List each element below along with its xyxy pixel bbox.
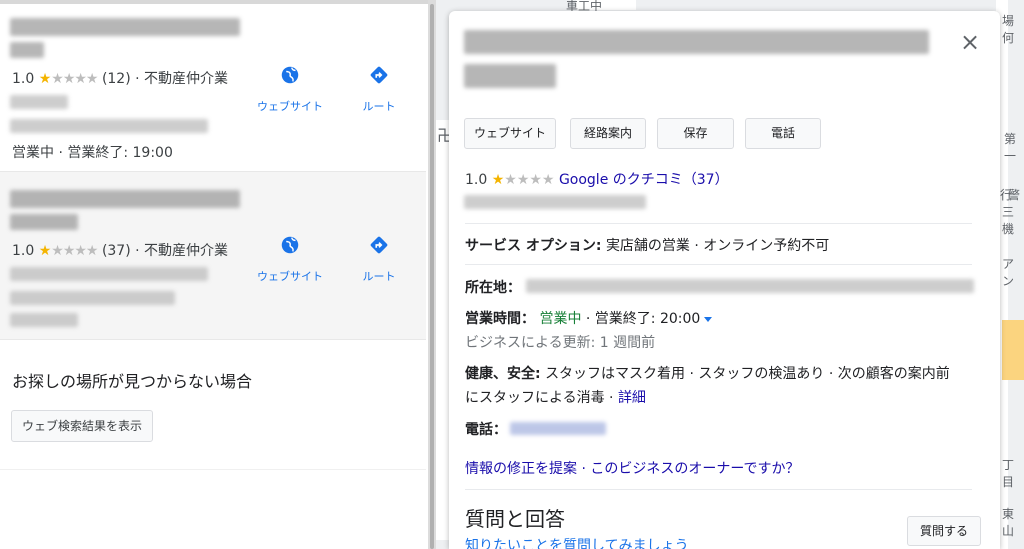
result-address-redacted bbox=[10, 95, 68, 109]
globe-icon bbox=[281, 236, 299, 254]
hours-row[interactable]: 営業時間： 営業中 · 営業終了: 20:00 bbox=[465, 308, 713, 328]
save-button[interactable]: 保存 bbox=[657, 118, 734, 149]
web-search-button[interactable]: ウェブ検索結果を表示 bbox=[11, 410, 154, 442]
map-label: 丁目 bbox=[1002, 458, 1015, 489]
results-panel: 1.0 ★★★★★ (12) · 不動産仲介業 営業中 · 営業終了: 19:0… bbox=[0, 4, 428, 549]
website-action[interactable]: ウェブサイト bbox=[245, 234, 335, 284]
result-title-redacted bbox=[10, 18, 240, 36]
panel-resize-divider[interactable] bbox=[428, 0, 436, 549]
qa-heading: 質問と回答 bbox=[465, 507, 565, 531]
route-label: ルート bbox=[362, 100, 396, 113]
health-safety-row: 健康、安全: スタッフはマスク着用 · スタッフの検温あり · 次の顧客の案内前 bbox=[465, 363, 950, 383]
health-safety-row-cont: にスタッフによる消毒 · 詳細 bbox=[465, 387, 646, 407]
map-label: 東山 bbox=[1002, 507, 1015, 538]
health-safety-value: にスタッフによる消毒 · bbox=[465, 390, 614, 406]
ask-question-button[interactable]: 質問する bbox=[907, 516, 982, 546]
business-status: 営業中 · 営業終了: 19:00 bbox=[12, 145, 173, 161]
ask-question-link[interactable]: 知りたいことを質問してみましょう bbox=[465, 535, 689, 549]
website-label: ウェブサイト bbox=[257, 100, 323, 113]
hours-update-note: ビジネスによる更新: 1 週間前 bbox=[465, 335, 656, 351]
address-row: 所在地： bbox=[465, 277, 521, 297]
divider bbox=[465, 223, 972, 224]
review-count: (12) bbox=[101, 71, 131, 87]
not-found-section bbox=[0, 344, 426, 469]
directions-icon bbox=[370, 66, 388, 84]
service-options-value: 実店舗の営業 · オンライン予約不可 bbox=[605, 238, 830, 254]
map-road bbox=[436, 120, 450, 540]
result-phone-redacted bbox=[10, 119, 208, 133]
address-value-redacted[interactable] bbox=[526, 279, 974, 293]
result-address-redacted bbox=[10, 291, 175, 305]
phone-row: 電話： bbox=[465, 419, 507, 439]
place-title-redacted bbox=[464, 30, 929, 54]
chevron-down-icon[interactable] bbox=[704, 316, 713, 322]
map-label: 警 bbox=[1008, 188, 1021, 202]
category-label: · 不動産仲介業 bbox=[135, 243, 229, 259]
closing-time: · 営業終了: 20:00 bbox=[585, 311, 701, 327]
result-title-redacted bbox=[10, 214, 78, 230]
globe-icon bbox=[281, 66, 299, 84]
details-link[interactable]: 詳細 bbox=[618, 390, 646, 406]
map-label: 第一 bbox=[1004, 132, 1017, 163]
star-empty-icon: ★★★★ bbox=[51, 71, 98, 87]
phone-label: 電話： bbox=[465, 422, 507, 438]
edit-suggestion-row: 情報の修正を提案 · このビジネスのオーナーですか？ bbox=[465, 458, 800, 478]
rating-value: 1.0 bbox=[12, 71, 35, 87]
divider bbox=[465, 489, 972, 490]
directions-icon bbox=[370, 236, 388, 254]
health-safety-label: 健康、安全: bbox=[465, 366, 541, 382]
review-count: (37) bbox=[101, 243, 131, 259]
rating-value: 1.0 bbox=[465, 172, 488, 188]
result-title-redacted bbox=[10, 190, 240, 208]
map-label: アン bbox=[1002, 257, 1015, 288]
route-action[interactable]: ルート bbox=[334, 234, 424, 284]
result-address-redacted bbox=[10, 267, 208, 281]
result-title-redacted bbox=[10, 42, 44, 58]
star-empty-icon: ★★★★ bbox=[51, 243, 98, 259]
website-button[interactable]: ウェブサイト bbox=[464, 118, 556, 149]
call-button[interactable]: 電話 bbox=[745, 118, 821, 149]
place-details-card: × ウェブサイト 経路案内 保存 電話 1.0 ★★★★★ Google のクチ… bbox=[449, 11, 1000, 549]
health-safety-value: スタッフはマスク着用 · スタッフの検温あり · 次の顧客の案内前 bbox=[545, 366, 950, 382]
result-rating: 1.0 ★★★★★ (12) · 不動産仲介業 bbox=[12, 68, 228, 88]
result-rating: 1.0 ★★★★★ (37) · 不動産仲介業 bbox=[12, 240, 228, 260]
star-empty-icon: ★★★★ bbox=[504, 172, 555, 188]
rating-value: 1.0 bbox=[12, 243, 35, 259]
result-card-2[interactable]: 1.0 ★★★★★ (37) · 不動産仲介業 ウェブサイト ルート bbox=[0, 172, 426, 340]
category-label: · 不動産仲介業 bbox=[135, 71, 229, 87]
map-highway bbox=[1002, 320, 1024, 380]
close-icon[interactable]: × bbox=[958, 30, 982, 55]
result-card-1[interactable]: 1.0 ★★★★★ (12) · 不動産仲介業 営業中 · 営業終了: 19:0… bbox=[0, 4, 426, 172]
map-label: 三機 bbox=[1002, 205, 1015, 236]
star-full-icon: ★ bbox=[491, 172, 505, 188]
resize-handle[interactable] bbox=[430, 4, 434, 549]
service-options-row: サービス オプション: 実店舗の営業 · オンライン予約不可 bbox=[465, 235, 829, 255]
star-full-icon: ★ bbox=[38, 71, 52, 87]
result-phone-redacted bbox=[10, 313, 78, 327]
panel-footer bbox=[0, 469, 426, 549]
reviews-link[interactable]: Google のクチコミ（37） bbox=[559, 172, 729, 188]
suggest-edit-link[interactable]: 情報の修正を提案 bbox=[465, 461, 577, 477]
open-status: 営業中 bbox=[539, 311, 582, 327]
phone-number-redacted[interactable] bbox=[510, 422, 606, 435]
detail-subtitle-redacted bbox=[464, 195, 646, 209]
not-found-heading: お探しの場所が見つからない場合 bbox=[12, 372, 253, 391]
map-label: 場何 bbox=[1002, 14, 1015, 45]
detail-rating: 1.0 ★★★★★ Google のクチコミ（37） bbox=[465, 169, 729, 189]
route-label: ルート bbox=[362, 270, 396, 283]
website-action[interactable]: ウェブサイト bbox=[245, 64, 335, 114]
website-label: ウェブサイト bbox=[257, 270, 323, 283]
directions-button[interactable]: 経路案内 bbox=[570, 118, 646, 149]
address-label: 所在地： bbox=[465, 280, 521, 296]
hours-label: 営業時間： bbox=[465, 311, 535, 327]
divider bbox=[465, 264, 972, 265]
claim-business-link[interactable]: · このビジネスのオーナーですか？ bbox=[581, 461, 799, 477]
star-full-icon: ★ bbox=[38, 243, 52, 259]
service-options-label: サービス オプション: bbox=[465, 238, 602, 254]
place-title-redacted bbox=[464, 64, 556, 88]
route-action[interactable]: ルート bbox=[334, 64, 424, 114]
